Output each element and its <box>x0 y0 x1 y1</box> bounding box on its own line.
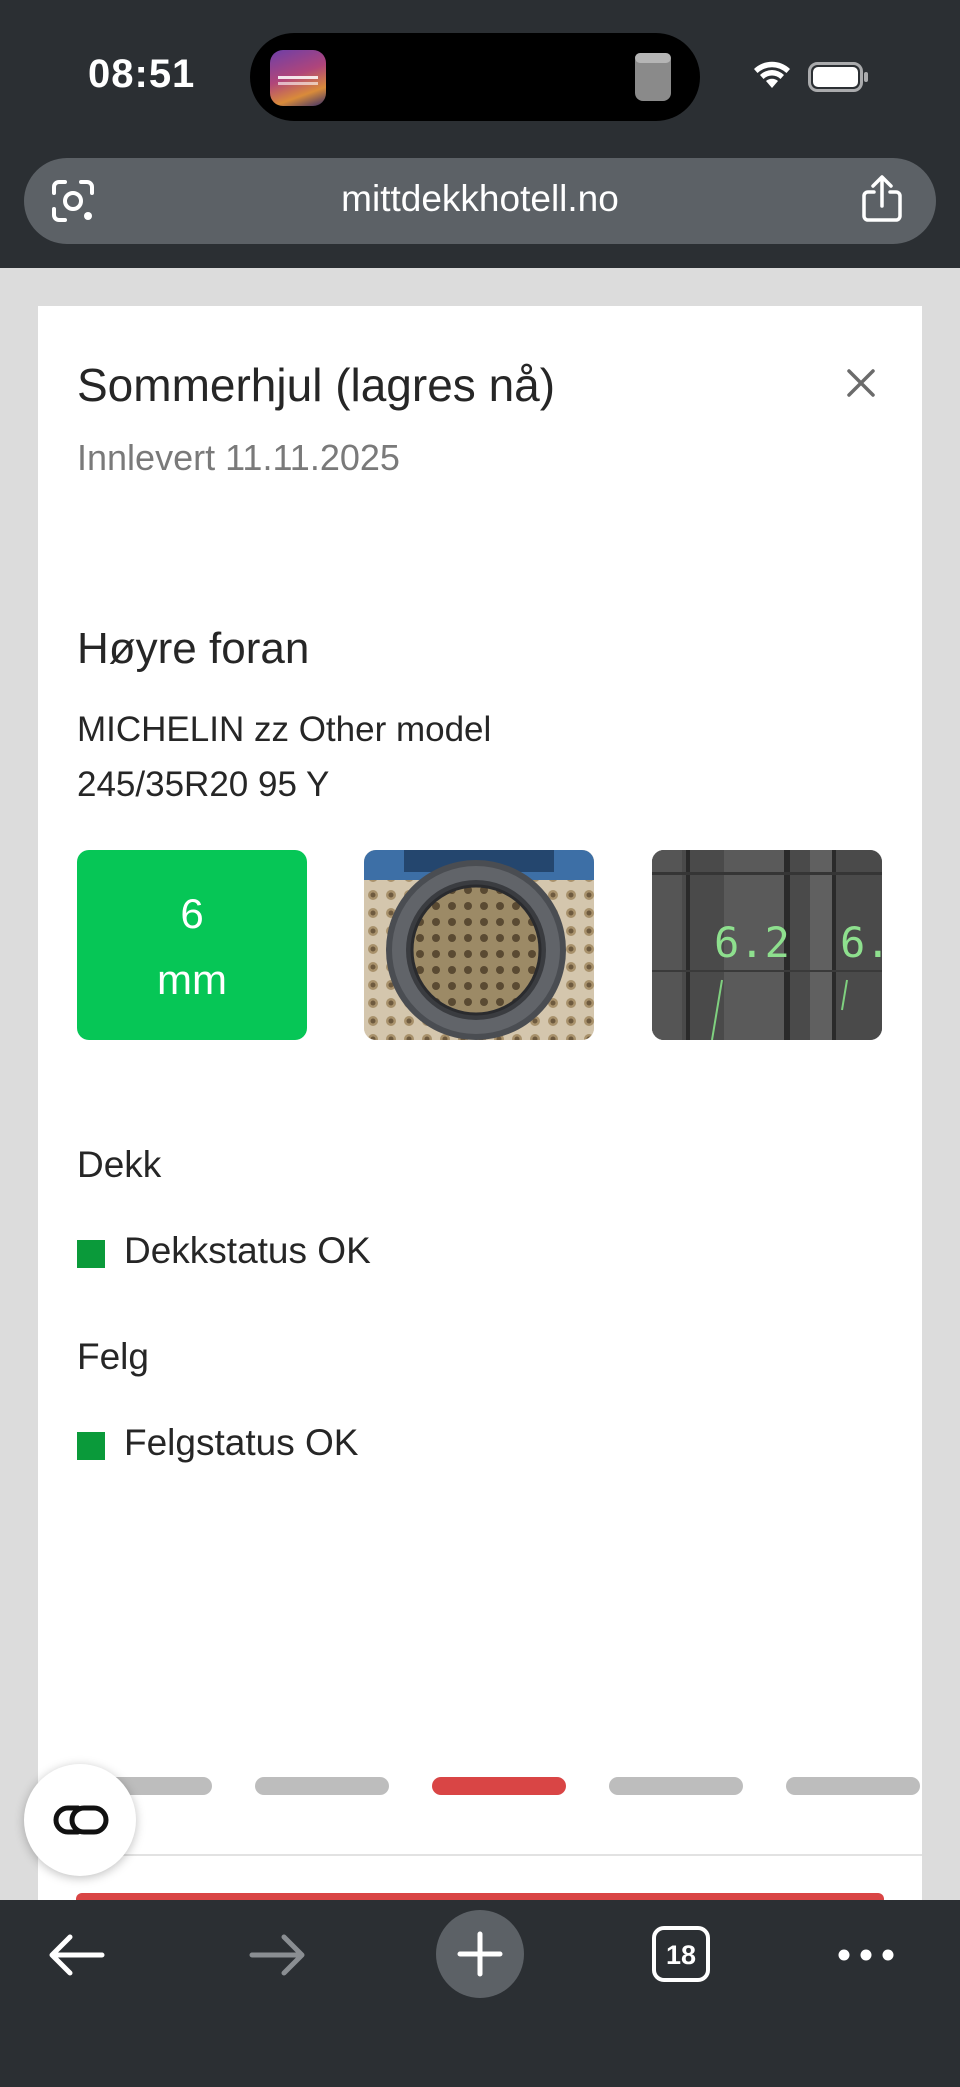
status-time: 08:51 <box>88 52 196 96</box>
tire-size: 245/35R20 95 Y <box>77 765 330 804</box>
rim-status-indicator <box>77 1432 105 1460</box>
tire-model: MICHELIN zz Other model <box>77 710 492 749</box>
tire-photo-image <box>364 850 594 1040</box>
tread-depth-value: 6 <box>180 890 204 937</box>
copilot-icon <box>53 1805 109 1835</box>
tabs-button[interactable]: 18 <box>652 1926 710 1982</box>
pagination-dot[interactable] <box>255 1777 389 1795</box>
delivered-date: Innlevert 11.11.2025 <box>77 437 400 478</box>
card-title: Sommerhjul (lagres nå) <box>77 359 556 411</box>
status-bar: 08:51 <box>0 0 960 150</box>
now-playing-artwork[interactable] <box>270 50 326 106</box>
tabs-count: 18 <box>665 1940 697 1970</box>
tread-depth-unit: mm <box>157 956 227 1003</box>
address-bar[interactable]: mittdekkhotell.no <box>24 158 936 244</box>
scan-reading-1: 6.2 <box>714 918 790 967</box>
share-icon[interactable] <box>860 174 904 224</box>
card-divider <box>38 1854 922 1856</box>
tire-section-label: Dekk <box>77 1144 162 1185</box>
tire-status-indicator <box>77 1240 105 1268</box>
back-arrow-icon[interactable] <box>46 1930 106 1980</box>
tire-status-text: Dekkstatus OK <box>124 1230 371 1271</box>
rim-status-text: Felgstatus OK <box>124 1422 359 1463</box>
plus-icon <box>457 1931 503 1977</box>
url-text[interactable]: mittdekkhotell.no <box>24 178 936 220</box>
browser-toolbar: 18 <box>0 1900 960 2087</box>
tread-depth-badge: 6 mm <box>77 850 307 1040</box>
close-icon[interactable] <box>844 366 878 400</box>
pagination-dot[interactable] <box>786 1777 920 1795</box>
tread-scan-thumbnail[interactable]: 6.2 6. <box>652 850 882 1040</box>
more-icon[interactable] <box>836 1940 896 1970</box>
scan-reading-2: 6. <box>840 918 882 967</box>
battery-icon <box>808 62 868 92</box>
dynamic-island[interactable] <box>250 33 700 121</box>
pagination-dot[interactable] <box>609 1777 743 1795</box>
rim-section-label: Felg <box>77 1336 149 1377</box>
wifi-icon <box>754 61 790 88</box>
copilot-button[interactable] <box>24 1764 136 1876</box>
tire-photo-thumbnail[interactable] <box>364 850 594 1040</box>
wheel-position-title: Høyre foran <box>77 624 310 673</box>
pagination-dot[interactable] <box>432 1777 566 1795</box>
primary-action-button[interactable] <box>76 1893 884 1900</box>
wheel-detail-card: Sommerhjul (lagres nå) Innlevert 11.11.2… <box>38 306 922 1900</box>
speaker-icon <box>635 53 671 101</box>
new-tab-button[interactable] <box>436 1910 524 1998</box>
forward-arrow-icon[interactable] <box>248 1930 308 1980</box>
